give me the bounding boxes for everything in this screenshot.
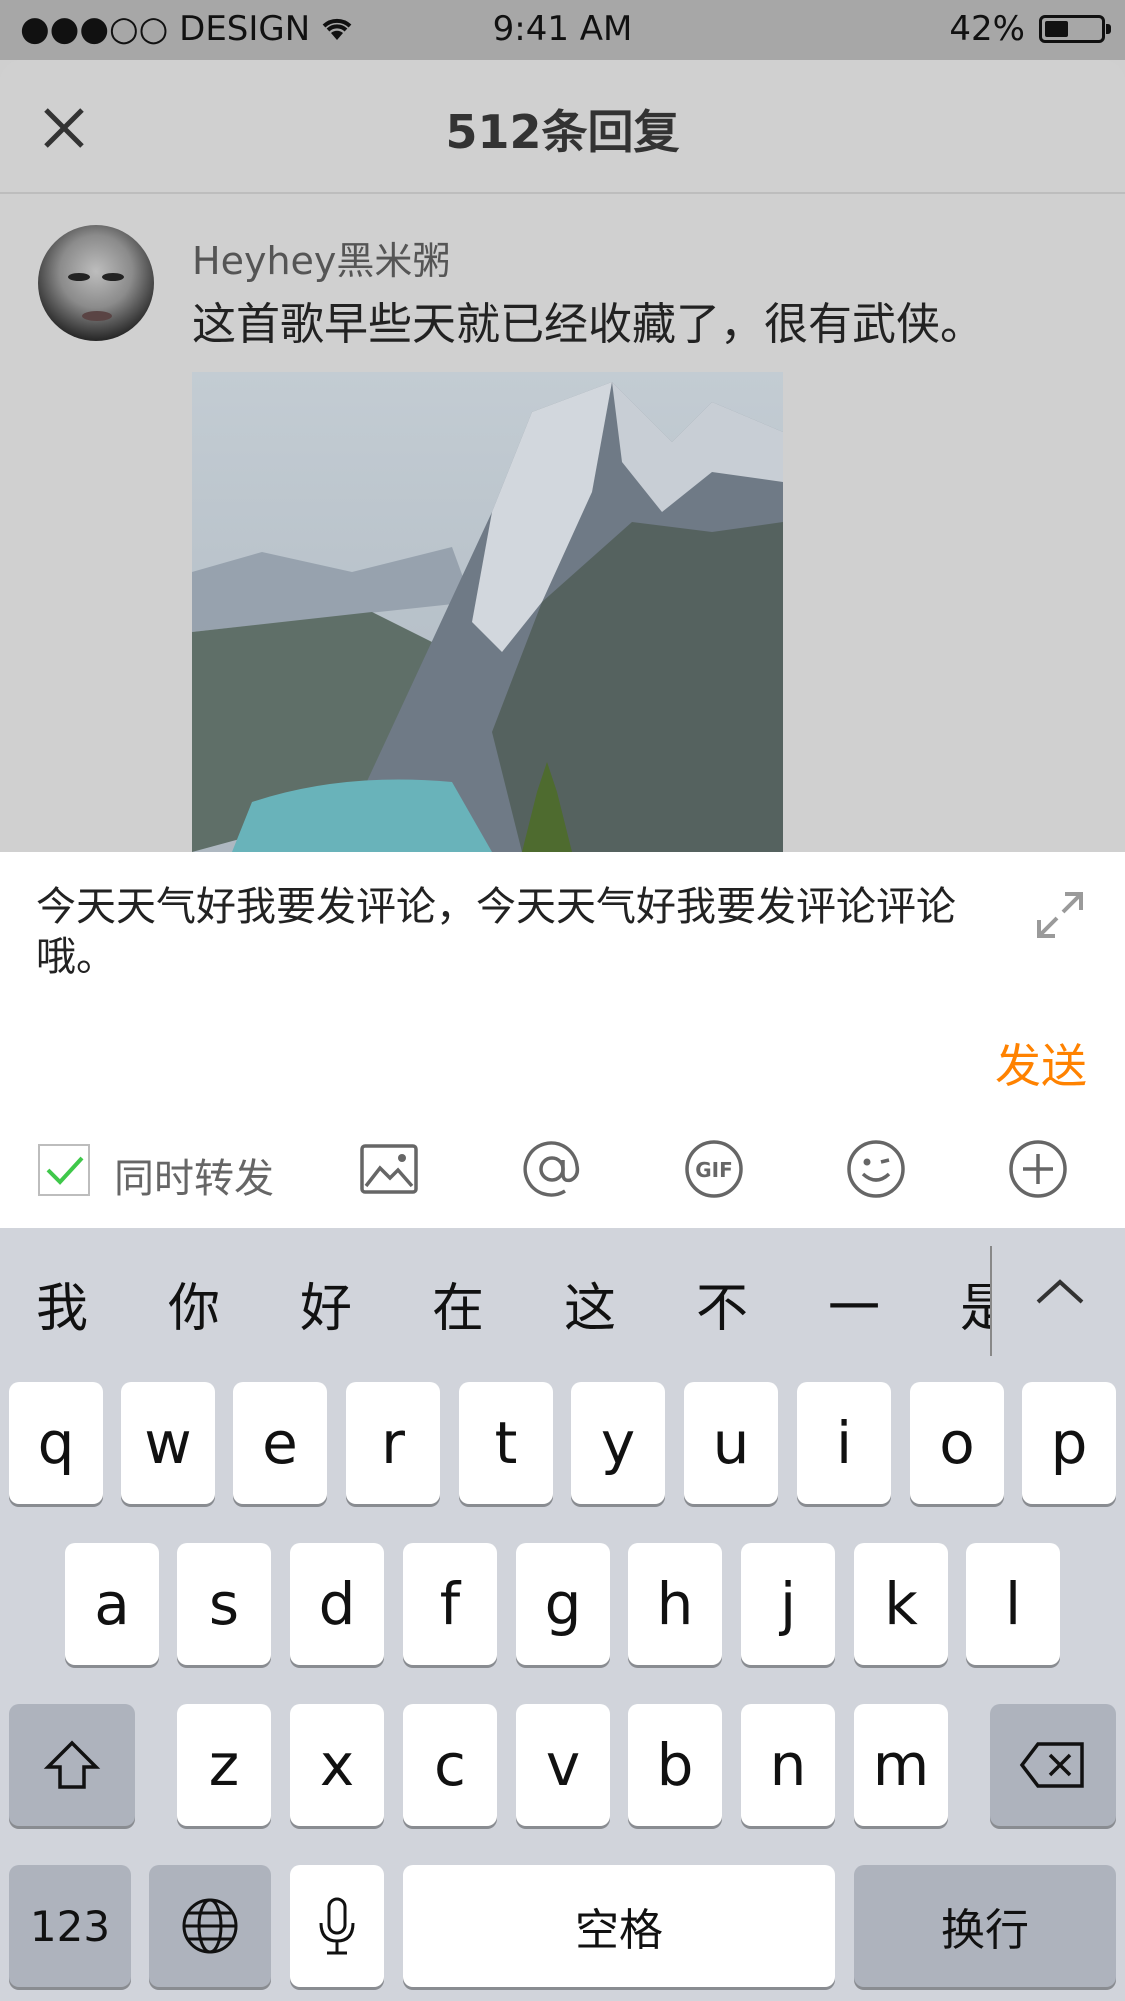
forward-label[interactable]: 同时转发 [114, 1146, 274, 1204]
candidate-word[interactable]: 在 [432, 1266, 484, 1341]
gif-icon[interactable]: GIF [683, 1138, 745, 1200]
comment-input[interactable]: 今天天气好我要发评论，今天天气好我要发评论评论哦。 [36, 882, 956, 982]
candidate-divider [990, 1246, 992, 1356]
mountain-photo [192, 372, 783, 852]
comment-image[interactable] [192, 372, 783, 852]
numbers-key[interactable]: 123 [9, 1865, 131, 1987]
backspace-key[interactable] [990, 1704, 1116, 1826]
key-p[interactable]: p [1022, 1382, 1116, 1504]
key-n[interactable]: n [741, 1704, 835, 1826]
avatar[interactable] [38, 225, 154, 341]
key-u[interactable]: u [684, 1382, 778, 1504]
at-icon[interactable] [521, 1138, 583, 1200]
battery-percent: 42% [949, 9, 1025, 49]
comment-composer: 今天天气好我要发评论，今天天气好我要发评论评论哦。 发送 同时转发 GIF [0, 852, 1125, 1228]
candidate-word[interactable]: 不 [696, 1266, 748, 1341]
candidate-word[interactable]: 这 [564, 1266, 616, 1341]
key-r[interactable]: r [346, 1382, 440, 1504]
check-icon [46, 1156, 84, 1185]
backspace-icon [1019, 1742, 1084, 1788]
key-i[interactable]: i [797, 1382, 891, 1504]
key-z[interactable]: z [177, 1704, 271, 1826]
candidate-bar: 我 你 好 在 这 不 一 是 [0, 1228, 1125, 1356]
shift-key[interactable] [9, 1704, 135, 1826]
emoji-icon[interactable] [845, 1138, 907, 1200]
avatar-eye [102, 273, 124, 281]
plus-icon[interactable] [1007, 1138, 1069, 1200]
comment-username[interactable]: Heyhey黑米粥 [192, 230, 450, 285]
key-m[interactable]: m [854, 1704, 948, 1826]
page-title: 512条回复 [445, 105, 680, 159]
key-b[interactable]: b [628, 1704, 722, 1826]
status-bar: ●●●○○ DESIGN 9:41 AM 42% [0, 0, 1125, 60]
candidate-word[interactable]: 你 [168, 1266, 220, 1341]
dictation-key[interactable] [290, 1865, 384, 1987]
candidate-word[interactable]: 好 [300, 1266, 352, 1341]
key-t[interactable]: t [459, 1382, 553, 1504]
composer-toolbar: 同时转发 GIF [0, 1118, 1125, 1214]
key-k[interactable]: k [854, 1543, 948, 1665]
candidate-word[interactable]: 一 [828, 1266, 880, 1341]
key-v[interactable]: v [516, 1704, 610, 1826]
key-a[interactable]: a [65, 1543, 159, 1665]
send-button[interactable]: 发送 [995, 1030, 1087, 1096]
return-key[interactable]: 换行 [854, 1865, 1116, 1987]
candidate-word[interactable]: 是 [960, 1266, 990, 1341]
battery-icon [1039, 15, 1111, 43]
status-right: 42% [949, 9, 1111, 49]
key-o[interactable]: o [910, 1382, 1004, 1504]
expand-icon[interactable] [1033, 888, 1087, 942]
key-c[interactable]: c [403, 1704, 497, 1826]
image-icon[interactable] [358, 1138, 420, 1200]
key-g[interactable]: g [516, 1543, 610, 1665]
chevron-up-icon[interactable] [1030, 1272, 1090, 1312]
candidate-word[interactable]: 我 [36, 1266, 88, 1341]
key-j[interactable]: j [741, 1543, 835, 1665]
avatar-mouth [82, 311, 112, 321]
reply-sheet: 512条回复 Heyhey黑米粥 这首歌早些天就已经收藏了，很有武侠。 [0, 60, 1125, 852]
keyboard: 我 你 好 在 这 不 一 是 q w e r t y u i o p a s … [0, 1228, 1125, 2001]
svg-text:GIF: GIF [695, 1158, 733, 1182]
key-s[interactable]: s [177, 1543, 271, 1665]
space-key[interactable]: 空格 [403, 1865, 835, 1987]
key-d[interactable]: d [290, 1543, 384, 1665]
key-w[interactable]: w [121, 1382, 215, 1504]
key-h[interactable]: h [628, 1543, 722, 1665]
forward-checkbox[interactable] [38, 1144, 90, 1196]
key-l[interactable]: l [966, 1543, 1060, 1665]
shift-icon [43, 1740, 101, 1789]
globe-key[interactable] [149, 1865, 271, 1987]
battery-fill [1045, 21, 1068, 37]
key-f[interactable]: f [403, 1543, 497, 1665]
sheet-header: 512条回复 [0, 60, 1125, 194]
globe-icon [182, 1898, 238, 1954]
microphone-icon [319, 1897, 355, 1955]
comment-text: 这首歌早些天就已经收藏了，很有武侠。 [192, 299, 984, 350]
key-y[interactable]: y [571, 1382, 665, 1504]
avatar-eye [68, 273, 90, 281]
key-q[interactable]: q [9, 1382, 103, 1504]
key-e[interactable]: e [233, 1382, 327, 1504]
key-x[interactable]: x [290, 1704, 384, 1826]
